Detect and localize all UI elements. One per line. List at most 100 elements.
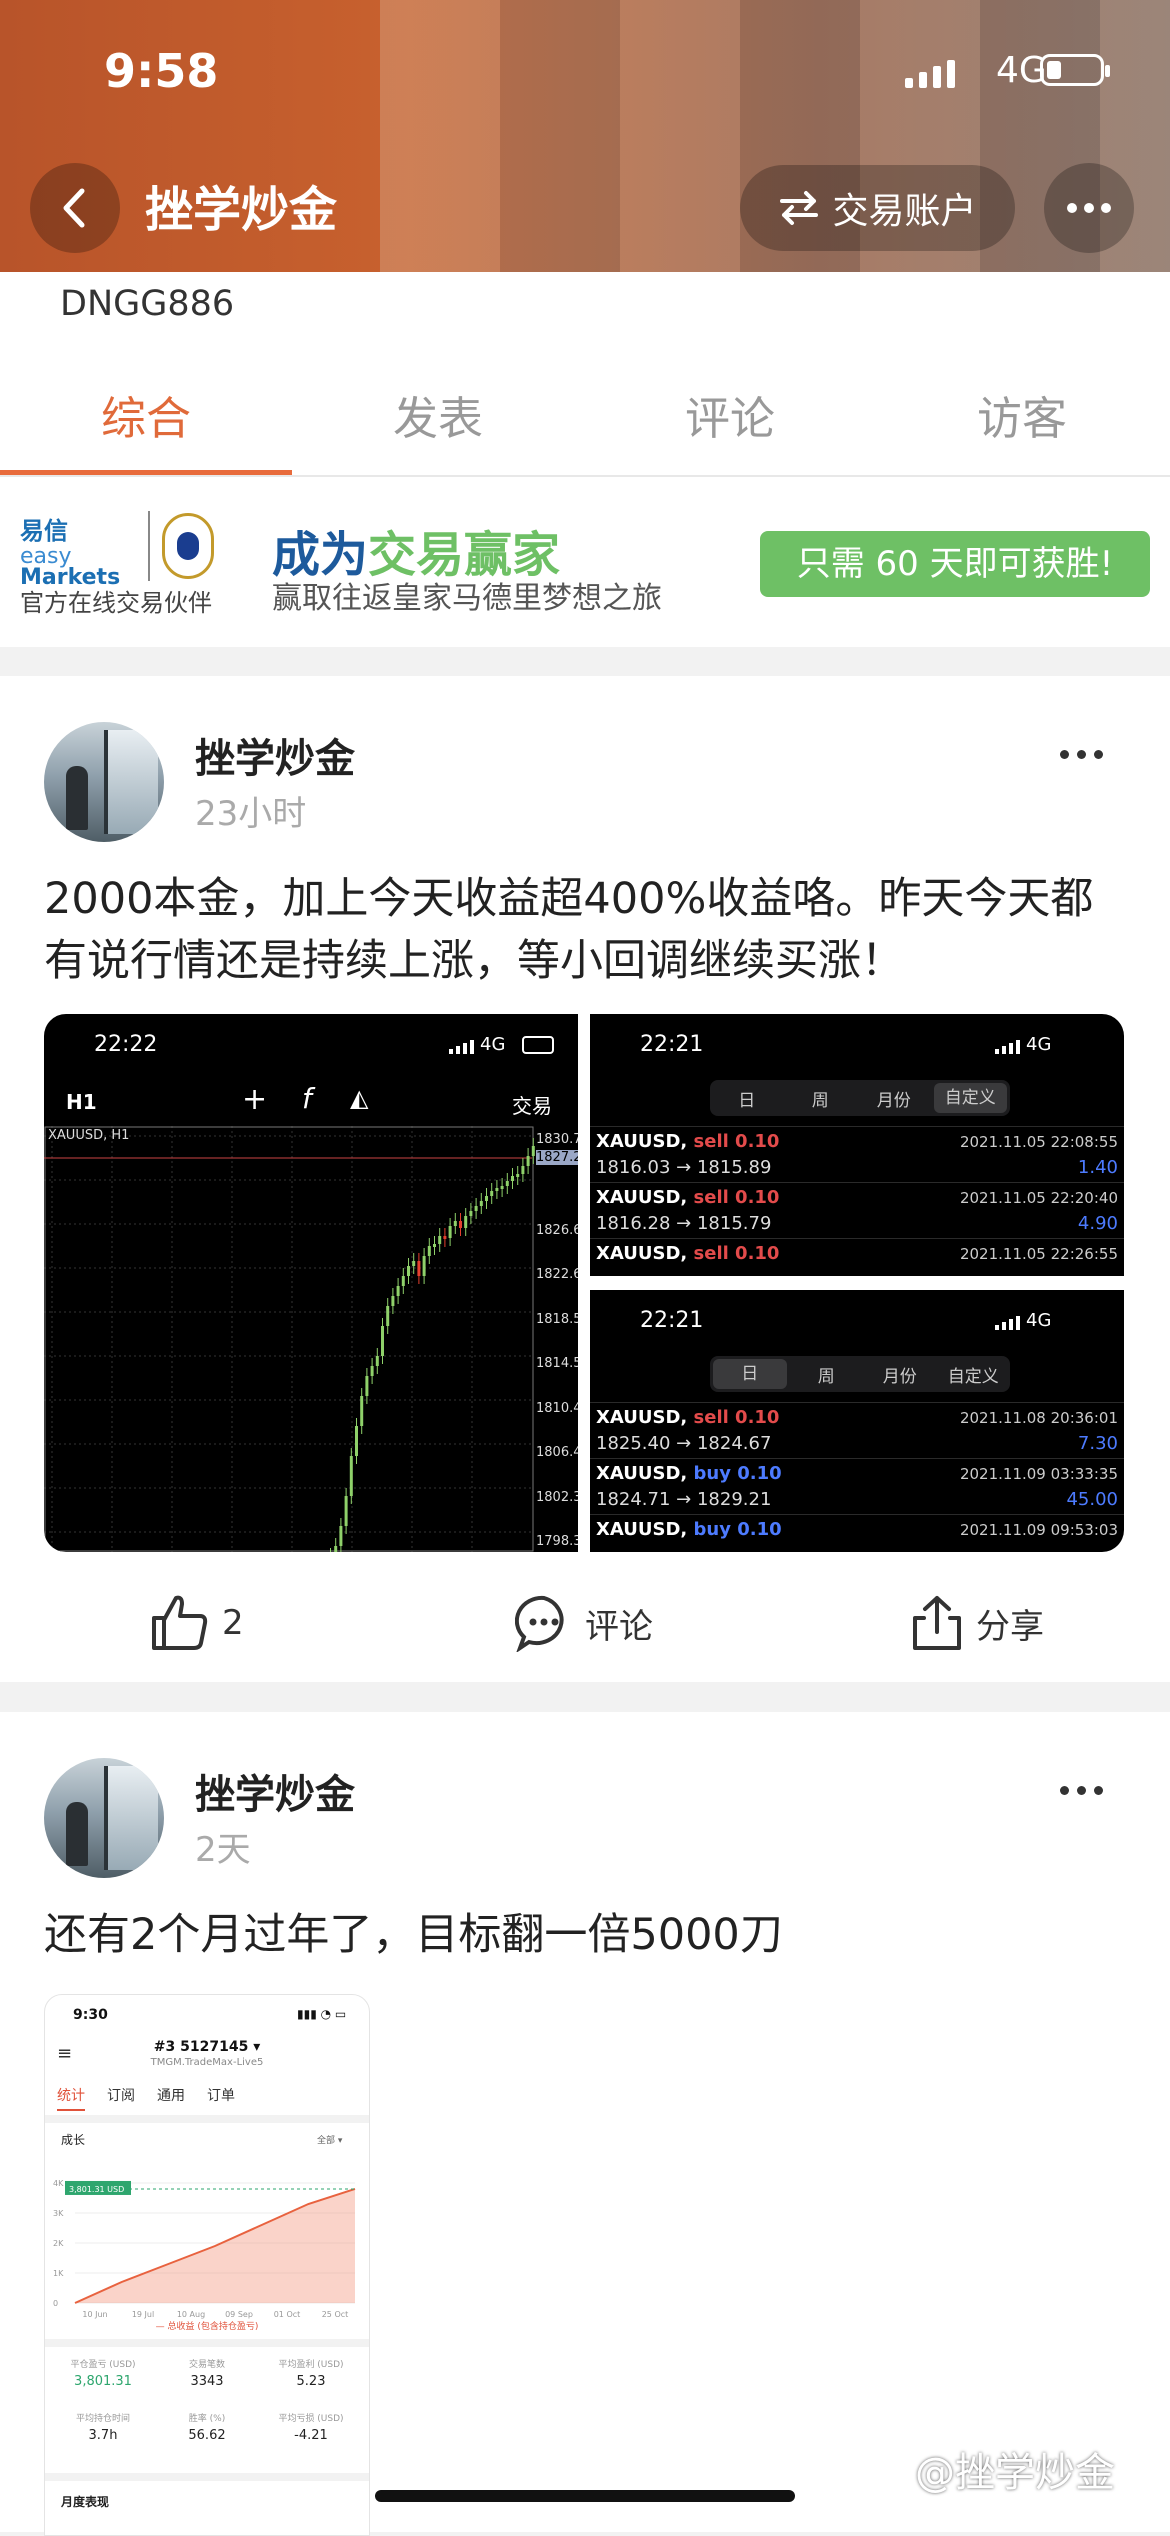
more-options-button[interactable] xyxy=(1044,163,1134,253)
shot-time: 22:22 xyxy=(94,1032,158,1057)
post-image-history-1[interactable]: 22:21 4G 日 周 月份 自定义 XAUUSD, sell 0.10 20… xyxy=(590,1014,1124,1276)
segment-day[interactable]: 日 xyxy=(713,1359,787,1389)
candle-body xyxy=(495,1188,499,1191)
post-more-icon[interactable] xyxy=(1060,1786,1103,1795)
x-tick-label: 25 Oct xyxy=(322,2310,349,2319)
like-button[interactable]: 2 xyxy=(150,1594,244,1652)
range-filter[interactable]: 全部 ▾ xyxy=(317,2133,342,2146)
status-time: 9:58 xyxy=(104,44,219,98)
ad-banner[interactable]: 易信 easy Markets 官方在线交易伙伴 成为交易赢家 赢取往返皇家马德… xyxy=(0,477,1170,647)
segment-custom[interactable]: 自定义 xyxy=(933,1083,1007,1113)
segment-day[interactable]: 日 xyxy=(710,1086,784,1111)
post-image-chart[interactable]: 22:22 4G H1 + f ◭ 交易 XAUUSD, H1 1830.70 1… xyxy=(44,1014,578,1552)
timeframe-label: H1 xyxy=(66,1090,97,1114)
battery-icon xyxy=(522,1036,554,1054)
trade-side: sell 0.10 xyxy=(693,1187,780,1208)
back-button[interactable] xyxy=(30,163,120,253)
page-title: 挫学炒金 xyxy=(145,182,338,238)
tab-overview[interactable]: 综合 xyxy=(0,382,292,447)
post-text: 2000本金，加上今天收益超400%收益咯。昨天今天都有说行情还是持续上涨，等小… xyxy=(44,874,1094,986)
candle-body xyxy=(391,1296,395,1306)
candle-body xyxy=(448,1226,452,1238)
tab-subscribe[interactable]: 订阅 xyxy=(107,2085,135,2111)
comment-button[interactable]: 评论 xyxy=(515,1594,653,1652)
candle-body xyxy=(344,1496,348,1526)
trade-row: XAUUSD, buy 0.10 2021.11.09 09:53:03 xyxy=(590,1514,1124,1552)
tab-comments[interactable]: 评论 xyxy=(584,382,876,447)
tab-orders[interactable]: 订单 xyxy=(207,2085,235,2111)
price-tick-label: 1818.55 xyxy=(536,1311,578,1327)
x-tick-label: 10 Jun xyxy=(82,2310,107,2319)
home-indicator[interactable] xyxy=(375,2490,795,2502)
trade-prices: 1816.28 → 1815.79 xyxy=(596,1213,772,1234)
trade-prices: 1825.40 → 1824.67 xyxy=(596,1433,772,1454)
trade-date: 2021.11.05 22:20:40 xyxy=(959,1189,1118,1207)
price-tick-label: 1822.60 xyxy=(536,1267,578,1283)
real-madrid-crest-icon xyxy=(162,513,214,579)
stat-item: 平均持仓时间 3.7h xyxy=(53,2411,153,2443)
candle-body xyxy=(422,1256,426,1276)
trade-account-button[interactable]: 交易账户 xyxy=(740,165,1015,251)
candle-body xyxy=(464,1216,468,1228)
candle-body xyxy=(485,1196,488,1201)
trade-symbol: XAUUSD, xyxy=(596,1519,688,1540)
candle-body xyxy=(365,1376,369,1396)
trade-side: sell 0.10 xyxy=(693,1131,780,1152)
avatar[interactable] xyxy=(44,1758,164,1878)
stat-item: 平均盈利 (USD) 5.23 xyxy=(261,2357,361,2389)
profile-header: 9:58 4G 挫学炒金 交易账户 xyxy=(0,0,1170,272)
segment-week[interactable]: 周 xyxy=(784,1086,858,1111)
candle-body xyxy=(339,1526,343,1546)
price-tick-label: 1802.35 xyxy=(536,1489,578,1505)
trade-date: 2021.11.09 09:53:03 xyxy=(959,1521,1118,1539)
chevron-left-icon xyxy=(63,188,85,228)
candle-body xyxy=(401,1276,405,1286)
trade-prices: 1824.71 → 1829.21 xyxy=(596,1489,772,1510)
comment-icon xyxy=(515,1595,564,1652)
candle-body xyxy=(443,1236,447,1239)
growth-chart: 4K 3K 2K 1K 0 10 Jun 19 Jul 10 Aug 09 Sep 01 Oct 2… xyxy=(53,2179,356,2319)
divider xyxy=(45,2339,369,2347)
chart-legend: — 总收益 (包含持仓盈亏) xyxy=(155,2322,259,2332)
tab-general[interactable]: 通用 xyxy=(157,2085,185,2111)
post-text: 还有2个月过年了，目标翻一倍5000刀 xyxy=(44,1910,783,1960)
tab-posts[interactable]: 发表 xyxy=(292,382,584,447)
price-tick-label: 1826.65 xyxy=(536,1222,578,1238)
y-tick-label: 4K xyxy=(53,2179,64,2188)
crosshair-icon: + xyxy=(242,1082,268,1117)
chart-symbol: XAUUSD, H1 xyxy=(48,1128,130,1143)
trade-side: buy 0.10 xyxy=(693,1463,782,1484)
plot-border xyxy=(44,1126,534,1552)
y-tick-label: 0 xyxy=(53,2299,58,2308)
avatar[interactable] xyxy=(44,722,164,842)
tab-stats[interactable]: 统计 xyxy=(57,2085,85,2111)
post-author[interactable]: 挫学炒金 xyxy=(195,1762,355,1820)
banner-cta-button[interactable]: 只需 60 天即可获胜! xyxy=(760,531,1150,597)
period-segment: 日 周 月份 自定义 xyxy=(710,1080,1010,1116)
candle-body xyxy=(355,1426,358,1456)
trade-date: 2021.11.08 20:36:01 xyxy=(959,1409,1118,1427)
candle-body xyxy=(531,1146,535,1156)
candle-body xyxy=(459,1221,462,1228)
active-tab-indicator xyxy=(0,470,292,475)
price-tick-label: 1830.70 xyxy=(536,1132,578,1147)
segment-week[interactable]: 周 xyxy=(790,1362,864,1387)
battery-icon xyxy=(1040,54,1110,86)
segment-month[interactable]: 月份 xyxy=(857,1086,931,1111)
post-image-history-2[interactable]: 22:21 4G 日 周 月份 自定义 XAUUSD, sell 0.10 20… xyxy=(590,1290,1124,1552)
segment-custom[interactable]: 自定义 xyxy=(937,1362,1011,1387)
post-author[interactable]: 挫学炒金 xyxy=(195,726,355,784)
stat-label: 交易笔数 xyxy=(188,2360,225,2370)
stat-item: 交易笔数 3343 xyxy=(157,2357,257,2389)
tab-visitors[interactable]: 访客 xyxy=(876,382,1168,447)
post-image-stats[interactable]: 9:30 ▮▮▮ ◔ ▭ ≡ #3 5127145 ▾ TMGM.TradeMa… xyxy=(44,1994,370,2536)
post-more-icon[interactable] xyxy=(1060,750,1103,759)
trade-symbol: XAUUSD, xyxy=(596,1187,688,1208)
easymarkets-logo: 易信 easy Markets xyxy=(20,511,140,590)
share-button[interactable]: 分享 xyxy=(910,1594,1044,1652)
share-label: 分享 xyxy=(976,1606,1044,1647)
x-tick-label: 19 Jul xyxy=(132,2310,154,2319)
segment-month[interactable]: 月份 xyxy=(863,1362,937,1387)
trade-pl: 7.30 xyxy=(1077,1433,1118,1454)
account-number[interactable]: #3 5127145 ▾ xyxy=(45,2039,369,2055)
